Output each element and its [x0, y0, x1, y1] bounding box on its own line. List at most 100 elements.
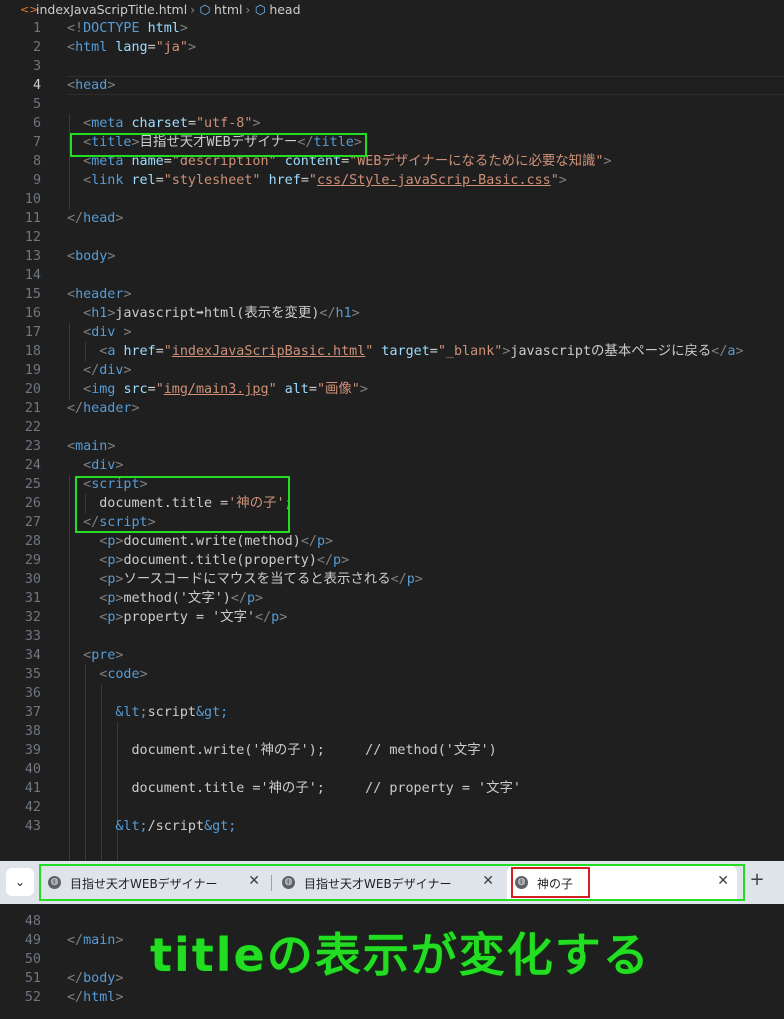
code-line[interactable]: 4 <head>	[0, 76, 784, 95]
code-line[interactable]: 14	[0, 266, 784, 285]
code-line[interactable]: 30 <p>ソースコードにマウスを当てると表示される</p>	[0, 570, 784, 589]
code-token: =	[308, 382, 317, 397]
code-line[interactable]: 52 </html>	[0, 988, 784, 1007]
code-line[interactable]: 20 <img src="img/main3.jpg" alt="画像">	[0, 380, 784, 399]
code-line[interactable]: 35 <code>	[0, 665, 784, 684]
line-number: 29	[24, 553, 41, 568]
code-token: =	[155, 173, 164, 188]
tab-search-button[interactable]: ⌄	[6, 868, 34, 896]
code-token: </	[67, 401, 84, 416]
code-line[interactable]: 23 <main>	[0, 437, 784, 456]
chevron-down-icon: ⌄	[14, 875, 26, 889]
line-number: 40	[24, 762, 41, 777]
code-line[interactable]: 39 document.write('神の子'); // method('文字'…	[0, 741, 784, 760]
line-code: <p>ソースコードにマウスを当てると表示される</p>	[67, 570, 423, 589]
code-line[interactable]: 28 <p>document.write(method)</p>	[0, 532, 784, 551]
code-token: "	[308, 173, 317, 188]
code-line[interactable]: 9 <link rel="stylesheet" href="css/Style…	[0, 171, 784, 190]
line-number: 2	[32, 40, 41, 55]
code-token: >	[558, 173, 567, 188]
code-line[interactable]: 24 <div>	[0, 456, 784, 475]
element-cube-icon: ⬡	[199, 2, 211, 17]
line-number: 22	[24, 420, 41, 435]
code-token: <	[83, 325, 92, 340]
code-line[interactable]: 2 <html lang="ja">	[0, 38, 784, 57]
line-number: 38	[24, 724, 41, 739]
code-token: </	[319, 306, 336, 321]
code-line[interactable]: 3	[0, 57, 784, 76]
code-token: </	[67, 990, 84, 1005]
breadcrumb-item-file[interactable]: indexJavaScripTitle.html	[36, 2, 187, 17]
code-line[interactable]: 15 <header>	[0, 285, 784, 304]
code-token: <	[67, 439, 76, 454]
code-token: document.write(method)	[123, 534, 301, 549]
active-tab-title-highlight	[511, 867, 590, 898]
code-line[interactable]: 29 <p>document.title(property)</p>	[0, 551, 784, 570]
line-number: 16	[24, 306, 41, 321]
code-line[interactable]: 43 &lt;/script&gt;	[0, 817, 784, 836]
code-line[interactable]: 1 <!DOCTYPE html>	[0, 19, 784, 38]
code-line[interactable]: 11 </head>	[0, 209, 784, 228]
code-token: &lt;	[115, 705, 148, 720]
line-number: 12	[24, 230, 41, 245]
line-code: <pre>	[67, 646, 123, 665]
code-line[interactable]: 31 <p>method('文字')</p>	[0, 589, 784, 608]
code-line[interactable]: 6 <meta charset="utf-8">	[0, 114, 784, 133]
code-token: </	[67, 211, 84, 226]
code-line[interactable]: 34 <pre>	[0, 646, 784, 665]
code-line[interactable]: 5	[0, 95, 784, 114]
line-code: </header>	[67, 399, 140, 418]
line-number: 30	[24, 572, 41, 587]
line-number: 7	[32, 135, 41, 150]
code-token: >	[107, 78, 116, 93]
line-number: 15	[24, 287, 41, 302]
code-line[interactable]: 33	[0, 627, 784, 646]
line-number: 4	[32, 78, 41, 93]
code-token: property = '文字'	[123, 610, 256, 625]
line-code: document.write('神の子'); // method('文字')	[67, 741, 496, 760]
code-line[interactable]: 19 </div>	[0, 361, 784, 380]
code-line[interactable]: 37 &lt;script&gt;	[0, 703, 784, 722]
code-token: src	[123, 382, 148, 397]
breadcrumb-item-html[interactable]: html	[214, 2, 242, 17]
code-line[interactable]: 17 <div >	[0, 323, 784, 342]
code-line[interactable]: 40	[0, 760, 784, 779]
line-number: 8	[32, 154, 41, 169]
breadcrumb-item-head[interactable]: head	[269, 2, 300, 17]
chevron-right-icon: ›	[190, 2, 196, 17]
code-line[interactable]: 32 <p>property = '文字'</p>	[0, 608, 784, 627]
code-token: html	[75, 40, 108, 55]
code-line[interactable]: 22	[0, 418, 784, 437]
breadcrumb: <> indexJavaScripTitle.html › ⬡ html › ⬡…	[0, 0, 784, 19]
line-code: <link rel="stylesheet" href="css/Style-j…	[67, 171, 567, 190]
line-number: 43	[24, 819, 41, 834]
line-number: 41	[24, 781, 41, 796]
new-tab-button[interactable]: +	[746, 869, 768, 890]
code-line[interactable]: 10	[0, 190, 784, 209]
code-line[interactable]: 38	[0, 722, 784, 741]
line-number: 13	[24, 249, 41, 264]
code-line[interactable]: 12	[0, 228, 784, 247]
code-token: "	[163, 344, 172, 359]
code-token: code	[107, 667, 140, 682]
annotation-caption: titleの表示が変化する	[150, 928, 651, 982]
code-line[interactable]: 36	[0, 684, 784, 703]
code-token: method('文字')	[123, 591, 231, 606]
code-token: >	[359, 382, 368, 397]
code-token: >	[325, 534, 334, 549]
line-code: <!DOCTYPE html>	[67, 19, 188, 38]
code-token: document.title ='神の子'; // property = '文字…	[67, 781, 521, 796]
code-line[interactable]: 16 <h1>javascript➡html(表示を変更)</h1>	[0, 304, 784, 323]
code-token: html	[83, 990, 116, 1005]
code-line[interactable]: 18 <a href="indexJavaScripBasic.html" ta…	[0, 342, 784, 361]
line-number: 14	[24, 268, 41, 283]
line-code: <h1>javascript➡html(表示を変更)</h1>	[67, 304, 360, 323]
tabs-highlight	[39, 864, 745, 901]
code-line[interactable]: 42	[0, 798, 784, 817]
code-token: document.title(property)	[123, 553, 317, 568]
code-line[interactable]: 13 <body>	[0, 247, 784, 266]
code-line[interactable]: 41 document.title ='神の子'; // property = …	[0, 779, 784, 798]
code-line[interactable]: 21 </header>	[0, 399, 784, 418]
